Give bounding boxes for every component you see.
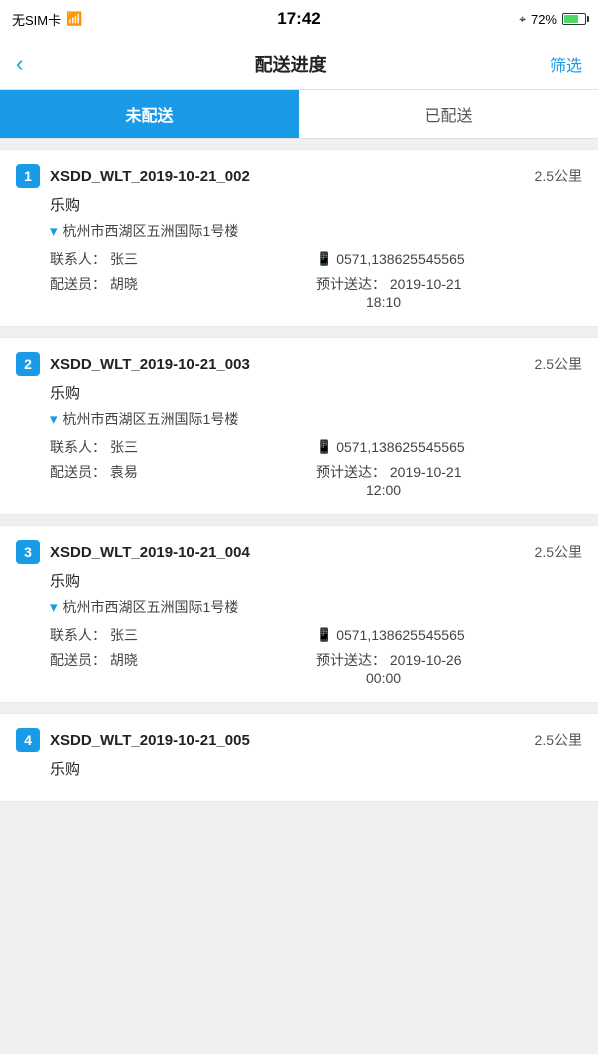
location-icon: ⌖ bbox=[519, 12, 526, 27]
order-number-badge: 3 bbox=[16, 540, 40, 564]
order-distance: 2.5公里 bbox=[535, 354, 582, 374]
battery-percent: 72% bbox=[531, 12, 557, 27]
filter-button[interactable]: 筛选 bbox=[550, 52, 582, 76]
phone-icon: 📱 bbox=[316, 251, 332, 267]
order-card[interactable]: 2 XSDD_WLT_2019-10-21_003 2.5公里 乐购 ▾ 杭州市… bbox=[0, 337, 598, 515]
order-deliverer-row: 配送员： 袁易 预计送达： 2019-10-21 12:00 bbox=[16, 462, 582, 498]
battery-icon bbox=[562, 13, 586, 25]
address-text: 杭州市西湖区五洲国际1号楼 bbox=[63, 409, 239, 429]
order-address: ▾ 杭州市西湖区五洲国际1号楼 bbox=[16, 409, 582, 429]
page-title: 配送进度 bbox=[255, 51, 327, 77]
order-header: 4 XSDD_WLT_2019-10-21_005 2.5公里 bbox=[16, 728, 582, 752]
order-shop: 乐购 bbox=[16, 570, 582, 591]
order-number-badge: 4 bbox=[16, 728, 40, 752]
contact-label: 联系人： bbox=[50, 249, 106, 269]
tab-switcher: 未配送 已配送 bbox=[0, 90, 598, 139]
status-left: 无SIM卡 📶 bbox=[12, 10, 82, 29]
contact-label: 联系人： bbox=[50, 437, 106, 457]
expected-time: 18:10 bbox=[316, 294, 582, 310]
order-distance: 2.5公里 bbox=[535, 542, 582, 562]
order-deliverer-row: 配送员： 胡晓 预计送达： 2019-10-26 00:00 bbox=[16, 650, 582, 686]
order-card[interactable]: 4 XSDD_WLT_2019-10-21_005 2.5公里 乐购 bbox=[0, 713, 598, 802]
address-text: 杭州市西湖区五洲国际1号楼 bbox=[63, 221, 239, 241]
order-shop: 乐购 bbox=[16, 382, 582, 403]
location-pin-icon: ▾ bbox=[50, 410, 58, 428]
order-address: ▾ 杭州市西湖区五洲国际1号楼 bbox=[16, 597, 582, 617]
order-id: XSDD_WLT_2019-10-21_004 bbox=[50, 544, 535, 561]
contact-value: 张三 bbox=[110, 625, 138, 645]
order-header: 3 XSDD_WLT_2019-10-21_004 2.5公里 bbox=[16, 540, 582, 564]
order-contact-row: 联系人： 张三 📱 0571,138625545565 bbox=[16, 625, 582, 645]
back-button[interactable]: ‹ bbox=[16, 47, 31, 81]
deliverer-value: 袁易 bbox=[110, 464, 138, 480]
order-number-badge: 1 bbox=[16, 164, 40, 188]
expected-time: 12:00 bbox=[316, 482, 582, 498]
order-distance: 2.5公里 bbox=[535, 730, 582, 750]
deliverer-value: 胡晓 bbox=[110, 276, 138, 292]
contact-label: 联系人： bbox=[50, 625, 106, 645]
nav-bar: ‹ 配送进度 筛选 bbox=[0, 38, 598, 90]
phone-value: 0571,138625545565 bbox=[336, 439, 464, 455]
phone-value: 0571,138625545565 bbox=[336, 251, 464, 267]
tab-undelivered[interactable]: 未配送 bbox=[0, 90, 299, 138]
phone-icon: 📱 bbox=[316, 439, 332, 455]
status-right: ⌖ 72% bbox=[519, 12, 586, 27]
phone-icon: 📱 bbox=[316, 627, 332, 643]
expected-label: 预计送达： 2019-10-21 bbox=[316, 274, 582, 294]
expected-time: 00:00 bbox=[316, 670, 582, 686]
order-card[interactable]: 3 XSDD_WLT_2019-10-21_004 2.5公里 乐购 ▾ 杭州市… bbox=[0, 525, 598, 703]
order-contact-row: 联系人： 张三 📱 0571,138625545565 bbox=[16, 437, 582, 457]
location-pin-icon: ▾ bbox=[50, 598, 58, 616]
order-id: XSDD_WLT_2019-10-21_005 bbox=[50, 732, 535, 749]
order-card[interactable]: 1 XSDD_WLT_2019-10-21_002 2.5公里 乐购 ▾ 杭州市… bbox=[0, 149, 598, 327]
deliverer-label: 配送员： bbox=[50, 652, 106, 668]
contact-value: 张三 bbox=[110, 437, 138, 457]
order-header: 2 XSDD_WLT_2019-10-21_003 2.5公里 bbox=[16, 352, 582, 376]
order-number-badge: 2 bbox=[16, 352, 40, 376]
order-id: XSDD_WLT_2019-10-21_003 bbox=[50, 356, 535, 373]
order-contact-row: 联系人： 张三 📱 0571,138625545565 bbox=[16, 249, 582, 269]
deliverer-label: 配送员： bbox=[50, 276, 106, 292]
order-list: 1 XSDD_WLT_2019-10-21_002 2.5公里 乐购 ▾ 杭州市… bbox=[0, 139, 598, 822]
order-deliverer-row: 配送员： 胡晓 预计送达： 2019-10-21 18:10 bbox=[16, 274, 582, 310]
order-shop: 乐购 bbox=[16, 194, 582, 215]
expected-label: 预计送达： 2019-10-21 bbox=[316, 462, 582, 482]
tab-delivered[interactable]: 已配送 bbox=[299, 90, 598, 138]
order-shop: 乐购 bbox=[16, 758, 582, 779]
order-address: ▾ 杭州市西湖区五洲国际1号楼 bbox=[16, 221, 582, 241]
location-pin-icon: ▾ bbox=[50, 222, 58, 240]
expected-label: 预计送达： 2019-10-26 bbox=[316, 650, 582, 670]
order-distance: 2.5公里 bbox=[535, 166, 582, 186]
address-text: 杭州市西湖区五洲国际1号楼 bbox=[63, 597, 239, 617]
wifi-icon: 📶 bbox=[66, 11, 82, 27]
status-bar: 无SIM卡 📶 17:42 ⌖ 72% bbox=[0, 0, 598, 38]
phone-value: 0571,138625545565 bbox=[336, 627, 464, 643]
deliverer-value: 胡晓 bbox=[110, 652, 138, 668]
contact-value: 张三 bbox=[110, 249, 138, 269]
sim-label: 无SIM卡 bbox=[12, 10, 61, 29]
deliverer-label: 配送员： bbox=[50, 464, 106, 480]
status-time: 17:42 bbox=[277, 9, 320, 29]
order-header: 1 XSDD_WLT_2019-10-21_002 2.5公里 bbox=[16, 164, 582, 188]
order-id: XSDD_WLT_2019-10-21_002 bbox=[50, 168, 535, 185]
